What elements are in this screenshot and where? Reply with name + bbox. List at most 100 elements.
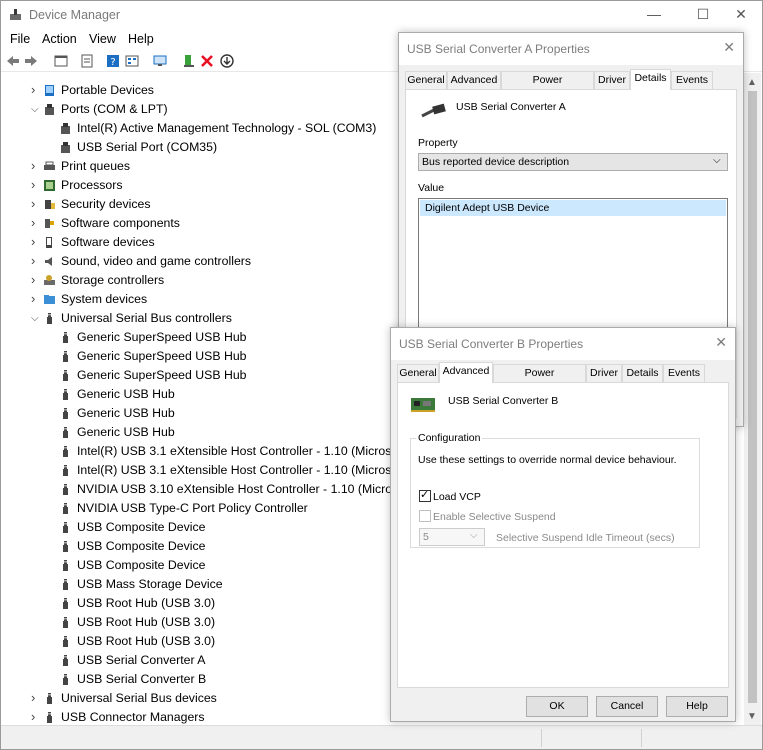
- tab-details[interactable]: Details: [630, 69, 671, 90]
- load-vcp-label[interactable]: Load VCP: [433, 491, 481, 503]
- help-icon[interactable]: ?: [105, 53, 121, 69]
- selective-suspend-checkbox[interactable]: [419, 510, 431, 522]
- title-bar[interactable]: Device Manager — ☐ ✕: [1, 1, 762, 29]
- usb-plug-icon: [47, 712, 52, 723]
- usb-plug-icon: [63, 560, 68, 571]
- chevron-right-icon[interactable]: ›: [31, 251, 41, 270]
- tree-item-label: Software devices: [61, 235, 155, 249]
- tree-item-label: Processors: [61, 178, 123, 192]
- chevron-right-icon[interactable]: ›: [31, 289, 41, 308]
- timeout-label: Selective Suspend Idle Timeout (secs): [496, 532, 675, 544]
- software-component-icon: [45, 219, 54, 228]
- tab-power-management[interactable]: Power Management: [501, 71, 594, 103]
- tree-item-label: Intel(R) Active Management Technology - …: [77, 121, 377, 135]
- uninstall-device-icon[interactable]: [199, 53, 215, 69]
- download-icon[interactable]: [219, 53, 235, 69]
- tree-item-label: USB Serial Converter A: [77, 653, 206, 667]
- cancel-button[interactable]: Cancel: [596, 696, 658, 717]
- tree-item-label: Ports (COM & LPT): [61, 102, 168, 116]
- chevron-right-icon[interactable]: ›: [31, 80, 41, 99]
- chevron-right-icon[interactable]: ›: [31, 707, 41, 725]
- usb-plug-icon: [63, 389, 68, 400]
- property-label: Property: [418, 137, 458, 149]
- vertical-scrollbar[interactable]: ▲ ▼: [744, 73, 761, 725]
- menu-action[interactable]: Action: [42, 32, 77, 46]
- usb-plug-icon: [63, 370, 68, 381]
- timeout-dropdown[interactable]: 5 ⌵: [419, 528, 485, 546]
- tree-item-label: USB Connector Managers: [61, 710, 205, 724]
- chevron-right-icon[interactable]: ›: [31, 213, 41, 232]
- tab-advanced[interactable]: Advanced: [447, 71, 501, 89]
- tree-item-label: Portable Devices: [61, 83, 154, 97]
- tab-general[interactable]: General: [397, 364, 439, 382]
- properties-dialog-b: USB Serial Converter B Properties ✕ Gene…: [390, 327, 736, 722]
- circuit-board-icon: [411, 398, 435, 412]
- view-list-icon[interactable]: [124, 53, 140, 69]
- device-name: USB Serial Converter B: [448, 395, 559, 407]
- dialog-b-close-icon[interactable]: ✕: [715, 334, 727, 351]
- forward-arrow-icon[interactable]: [23, 53, 39, 69]
- usb-plug-icon: [63, 332, 68, 343]
- selective-suspend-label[interactable]: Enable Selective Suspend: [433, 511, 556, 523]
- chevron-right-icon[interactable]: ›: [31, 270, 41, 289]
- tab-details[interactable]: Details: [622, 364, 663, 382]
- tree-item-label: Generic SuperSpeed USB Hub: [77, 330, 247, 344]
- chevron-down-icon: ⌵: [713, 155, 721, 166]
- property-dropdown[interactable]: Bus reported device description ⌵: [418, 153, 728, 171]
- properties-icon[interactable]: [79, 53, 95, 69]
- tab-events[interactable]: Events: [671, 71, 713, 89]
- scan-hardware-icon[interactable]: [152, 53, 168, 69]
- tree-item-label: Intel(R) USB 3.1 eXtensible Host Control…: [77, 444, 410, 458]
- update-driver-icon[interactable]: [181, 53, 197, 69]
- load-vcp-checkbox[interactable]: ✓: [419, 489, 431, 502]
- tree-item-label: Generic USB Hub: [77, 387, 175, 401]
- ok-button[interactable]: OK: [526, 696, 588, 717]
- usb-plug-icon: [63, 465, 68, 476]
- scroll-up-icon[interactable]: ▲: [747, 77, 757, 88]
- help-button[interactable]: Help: [666, 696, 728, 717]
- scroll-down-icon[interactable]: ▼: [747, 711, 757, 722]
- menu-view[interactable]: View: [89, 32, 116, 46]
- chevron-down-icon[interactable]: ⌵: [31, 309, 41, 328]
- close-button[interactable]: ✕: [718, 1, 763, 29]
- chevron-right-icon[interactable]: ›: [31, 194, 41, 213]
- chevron-down-icon[interactable]: ⌵: [31, 100, 41, 119]
- scrollbar-thumb[interactable]: [748, 91, 757, 703]
- speaker-icon: [45, 257, 52, 266]
- tab-driver[interactable]: Driver: [586, 364, 622, 382]
- tab-general[interactable]: General: [405, 71, 447, 89]
- tab-driver[interactable]: Driver: [594, 71, 630, 89]
- menu-help[interactable]: Help: [128, 32, 154, 46]
- dialog-b-title-bar[interactable]: USB Serial Converter B Properties ✕: [391, 328, 735, 360]
- chevron-right-icon[interactable]: ›: [31, 688, 41, 707]
- chevron-right-icon[interactable]: ›: [31, 156, 41, 175]
- tree-item-label: Generic USB Hub: [77, 406, 175, 420]
- chevron-right-icon[interactable]: ›: [31, 175, 41, 194]
- dialog-a-title: USB Serial Converter A Properties: [407, 42, 590, 56]
- dialog-a-title-bar[interactable]: USB Serial Converter A Properties ✕: [399, 33, 743, 65]
- tree-item-label: Software components: [61, 216, 180, 230]
- show-hide-tree-icon[interactable]: [53, 53, 69, 69]
- minimize-button[interactable]: —: [631, 1, 677, 29]
- chevron-down-icon: ⌵: [470, 530, 478, 541]
- dialog-a-close-icon[interactable]: ✕: [723, 39, 735, 56]
- tree-item-label: Security devices: [61, 197, 151, 211]
- back-arrow-icon[interactable]: [5, 53, 21, 69]
- tree-item-label: USB Root Hub (USB 3.0): [77, 615, 216, 629]
- usb-plug-icon: [47, 313, 52, 324]
- tree-item-label: USB Root Hub (USB 3.0): [77, 596, 216, 610]
- tab-events[interactable]: Events: [663, 364, 705, 382]
- tree-item-label: Universal Serial Bus devices: [61, 691, 217, 705]
- usb-plug-icon: [63, 617, 68, 628]
- status-separator: [541, 729, 542, 747]
- configuration-description: Use these settings to override normal de…: [418, 454, 677, 466]
- tab-power-management[interactable]: Power Management: [493, 364, 586, 396]
- tree-item-label: Generic SuperSpeed USB Hub: [77, 368, 247, 382]
- menu-file[interactable]: File: [10, 32, 30, 46]
- usb-plug-icon: [63, 674, 68, 685]
- tab-advanced[interactable]: Advanced: [439, 362, 493, 383]
- tree-item-label: Sound, video and game controllers: [61, 254, 252, 268]
- security-icon: [45, 200, 55, 209]
- value-list-item-selected[interactable]: Digilent Adept USB Device: [420, 200, 726, 216]
- chevron-right-icon[interactable]: ›: [31, 232, 41, 251]
